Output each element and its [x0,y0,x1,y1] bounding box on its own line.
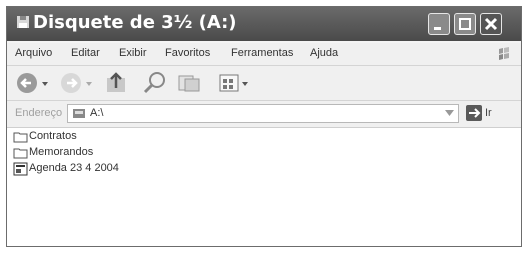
window-title: Disquete de 3½ (A:) [33,12,237,33]
address-value: A:\ [90,107,104,119]
menu-favoritos[interactable]: Favoritos [165,47,210,59]
folder-icon [13,132,28,143]
go-button[interactable] [466,105,482,121]
explorer-window: Disquete de 3½ (A:) Arquivo Editar Exibi… [6,6,522,247]
address-bar: Endereço A:\ Ir [7,101,521,128]
drive-icon [73,109,85,118]
menu-arquivo[interactable]: Arquivo [15,47,52,59]
close-button[interactable] [480,13,502,35]
document-icon [13,162,28,176]
file-name: Contratos [29,130,77,142]
floppy-disk-icon [17,16,29,28]
address-input[interactable]: A:\ [67,104,459,123]
file-list: Contratos Memorandos Agenda 23 4 2004 [7,128,521,246]
views-button[interactable] [217,70,253,101]
file-name: Agenda 23 4 2004 [29,162,119,174]
go-label[interactable]: Ir [485,107,492,119]
menu-bar: Arquivo Editar Exibir Favoritos Ferramen… [7,43,521,66]
maximize-button[interactable] [454,13,476,35]
forward-icon [61,73,92,93]
address-label: Endereço [15,107,63,119]
folders-button[interactable] [175,70,205,101]
menu-editar[interactable]: Editar [71,47,100,59]
arrow-right-icon [469,108,481,118]
minimize-button[interactable] [428,13,450,35]
search-button[interactable] [141,70,171,101]
folders-icon [178,75,200,92]
views-icon [219,74,248,92]
up-folder-icon [107,72,125,92]
title-bar[interactable]: Disquete de 3½ (A:) [7,7,521,41]
search-icon [143,72,165,94]
close-icon [484,17,498,31]
back-icon [17,73,48,93]
menu-exibir[interactable]: Exibir [119,47,147,59]
minimize-icon [434,27,441,30]
chevron-down-icon[interactable] [445,110,454,117]
menu-ferramentas[interactable]: Ferramentas [231,47,293,59]
menu-ajuda[interactable]: Ajuda [310,47,338,59]
back-button[interactable] [15,70,51,101]
up-button[interactable] [103,70,133,101]
standard-toolbar [7,66,521,101]
file-name: Memorandos [29,146,94,158]
forward-button[interactable] [59,70,95,101]
windows-logo-icon [499,47,509,60]
folder-icon [13,148,28,159]
maximize-icon [459,18,471,30]
